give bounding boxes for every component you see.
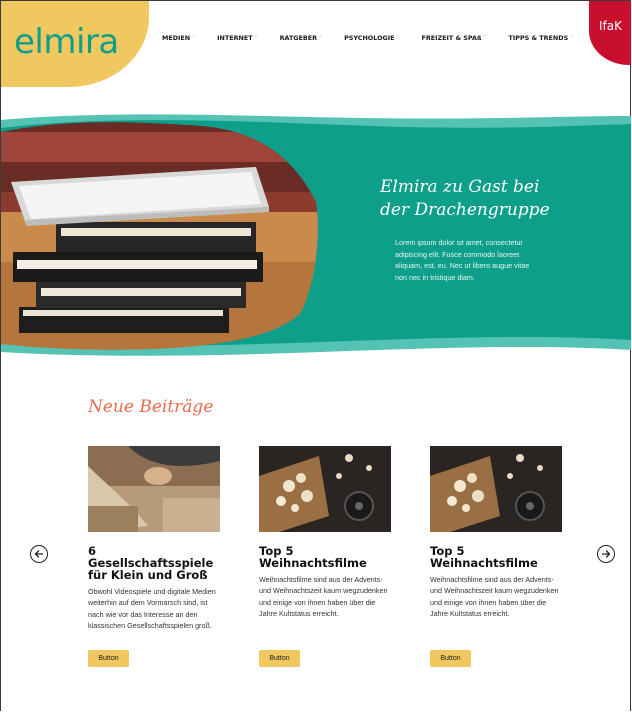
main-nav: MEDIEN ˅ INTERNET ˅ RATGEBER ˅ PSYCHOLOGIE ˅… bbox=[162, 34, 595, 42]
hero-title: Elmira zu Gast bei der Drachengruppe bbox=[380, 176, 620, 222]
carousel-prev-button[interactable] bbox=[30, 545, 48, 563]
article-card: Top 5 Weihnachtsfilme Weihnachtsfilme si… bbox=[259, 446, 393, 667]
chevron-down-icon: ˅ bbox=[254, 35, 258, 42]
nav-item-psychologie[interactable]: PSYCHOLOGIE ˅ bbox=[344, 34, 399, 42]
nav-label: TIPPS & TRENDS bbox=[508, 34, 569, 42]
nav-item-ratgeber[interactable]: RATGEBER ˅ bbox=[280, 34, 323, 42]
hero-title-line: der Drachengruppe bbox=[380, 200, 550, 220]
nav-label: PSYCHOLOGIE bbox=[344, 34, 395, 42]
card-text: Weihnachtsfilme sind aus der Advents- un… bbox=[430, 575, 559, 619]
card-title[interactable]: Top 5 Weihnachtsfilme bbox=[259, 545, 393, 569]
nav-label: FREIZEIT & SPAß bbox=[421, 34, 482, 42]
article-card: Top 5 Weihnachtsfilme Weihnachtsfilme si… bbox=[430, 446, 564, 667]
popcorn-photo bbox=[430, 446, 562, 532]
card-button[interactable]: Button bbox=[259, 650, 300, 667]
carousel-next-button[interactable] bbox=[597, 545, 615, 563]
chevron-down-icon: ˅ bbox=[570, 35, 574, 42]
partner-logo-text: IfaK bbox=[599, 19, 622, 33]
nav-label: MEDIEN bbox=[162, 34, 191, 42]
chevron-down-icon: ˅ bbox=[483, 35, 487, 42]
card-title[interactable]: 6 Gesellschaftsspiele für Klein und Groß bbox=[88, 545, 222, 581]
nav-item-freizeit[interactable]: FREIZEIT & SPAß ˅ bbox=[422, 34, 487, 42]
hero-title-line: Elmira zu Gast bei bbox=[380, 177, 540, 197]
card-button[interactable]: Button bbox=[88, 650, 129, 667]
section-title: Neue Beiträge bbox=[88, 397, 214, 417]
chevron-down-icon: ˅ bbox=[396, 35, 400, 42]
site-logo[interactable]: elmira bbox=[14, 22, 119, 62]
card-text: Weihnachtsfilme sind aus der Advents- un… bbox=[259, 575, 388, 619]
nav-item-internet[interactable]: INTERNET ˅ bbox=[217, 34, 257, 42]
popcorn-photo bbox=[259, 446, 391, 532]
hero-banner bbox=[1, 114, 631, 356]
hero-text: Lorem ipsum dolor sit amet, consectetur … bbox=[395, 238, 530, 282]
chevron-down-icon: ˅ bbox=[319, 35, 323, 42]
nav-label: RATGEBER bbox=[279, 34, 318, 42]
card-title[interactable]: Top 5 Weihnachtsfilme bbox=[430, 545, 564, 569]
card-image[interactable] bbox=[430, 446, 562, 532]
chevron-down-icon: ˅ bbox=[192, 35, 196, 42]
nav-item-tipps[interactable]: TIPPS & TRENDS ˅ bbox=[509, 34, 574, 42]
card-text: Obwohl Videospiele und digitale Medien w… bbox=[88, 587, 216, 631]
article-card: 6 Gesellschaftsspiele für Klein und Groß… bbox=[88, 446, 222, 667]
arrow-right-icon bbox=[601, 550, 611, 558]
card-image[interactable] bbox=[259, 446, 391, 532]
nav-label: INTERNET bbox=[217, 34, 253, 42]
boardgame-photo bbox=[88, 446, 220, 532]
card-button[interactable]: Button bbox=[430, 650, 471, 667]
arrow-left-icon bbox=[34, 550, 44, 558]
card-image[interactable] bbox=[88, 446, 220, 532]
nav-item-medien[interactable]: MEDIEN ˅ bbox=[162, 34, 195, 42]
